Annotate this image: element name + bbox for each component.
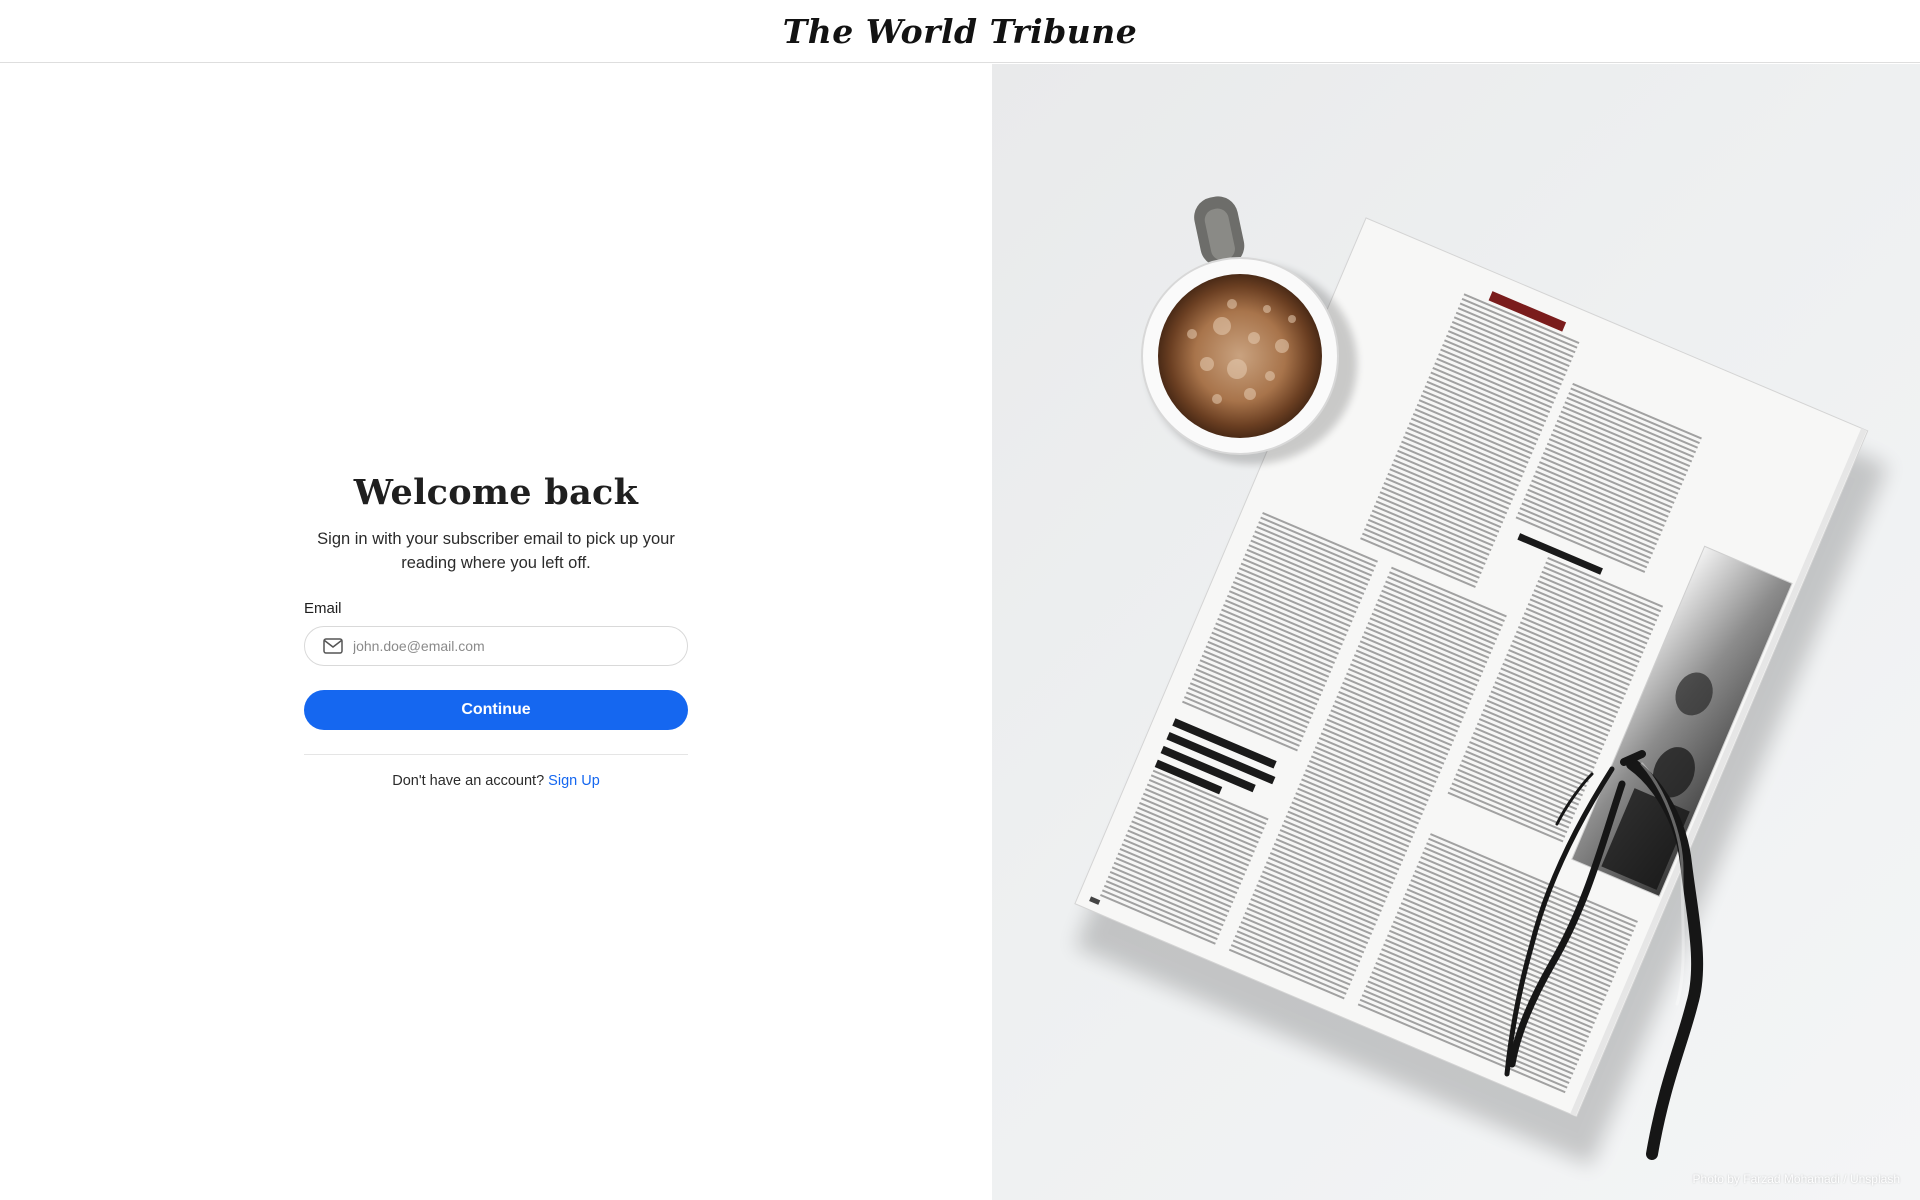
signin-subtitle: Sign in with your subscriber email to pi…	[317, 530, 675, 572]
mail-icon	[323, 638, 343, 654]
hero-photo: Photo by Farzad Mohamadi / Unsplash	[992, 64, 1920, 1200]
email-label: Email	[304, 600, 342, 617]
divider	[304, 754, 688, 755]
magazine-coffee-glasses-photo	[1074, 196, 1888, 1166]
photo-credit: Photo by Farzad Mohamadi / Unsplash	[1692, 1172, 1900, 1186]
email-input[interactable]	[353, 638, 653, 654]
signin-form: Welcome back Sign in with your subscribe…	[304, 472, 688, 789]
site-header: The World Tribune	[0, 0, 1920, 63]
email-field[interactable]	[304, 626, 688, 666]
page-title: Welcome back	[353, 472, 639, 513]
no-account-text: Don't have an account?	[392, 773, 545, 789]
signup-link[interactable]: Sign Up	[548, 773, 600, 789]
continue-button[interactable]: Continue	[304, 690, 688, 730]
signin-panel: Welcome back Sign in with your subscribe…	[0, 64, 992, 1200]
signup-row: Don't have an account? Sign Up	[304, 773, 688, 789]
masthead-logo[interactable]: The World Tribune	[783, 12, 1138, 51]
